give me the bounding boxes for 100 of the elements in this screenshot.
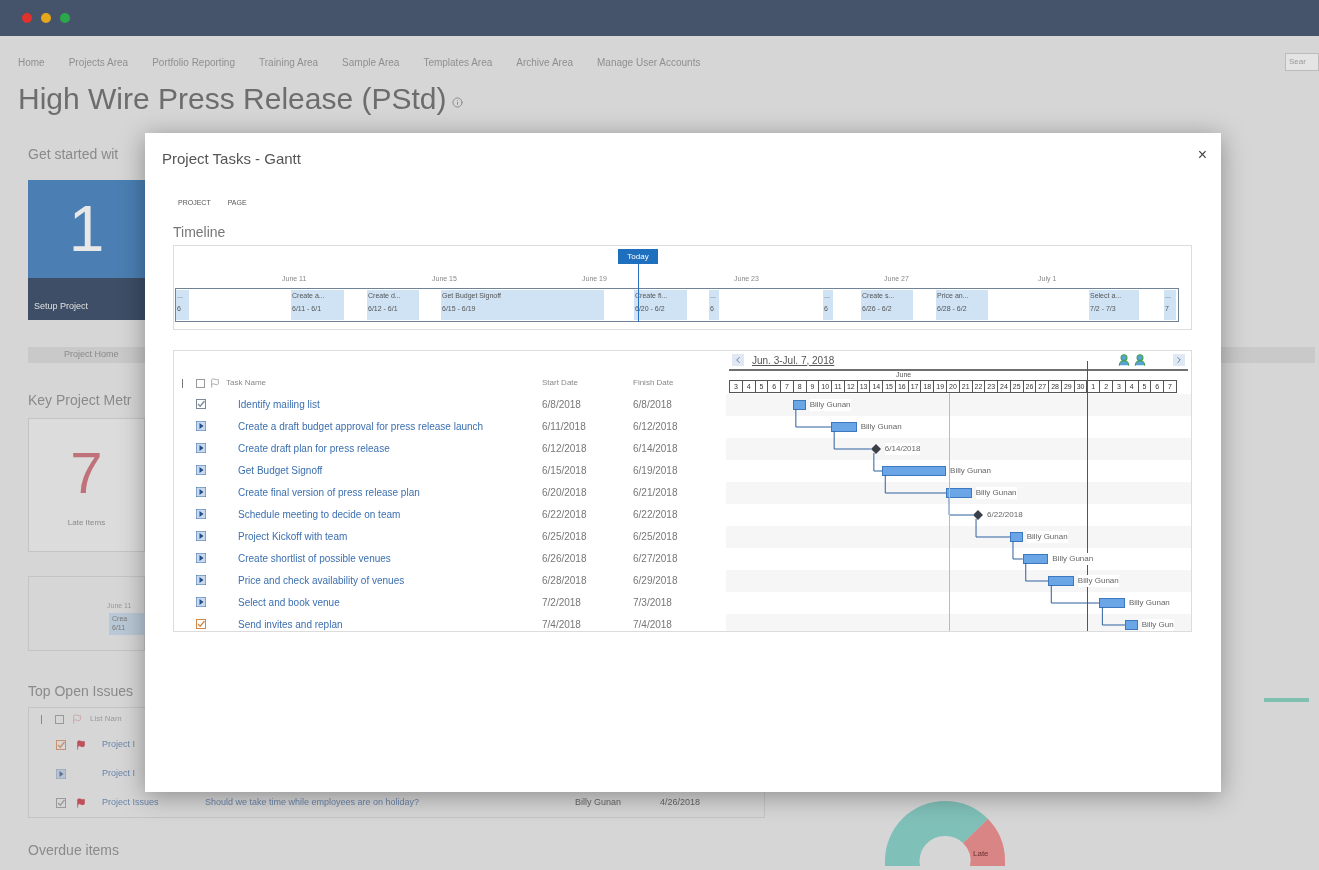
task-name-link[interactable]: Send invites and replan (238, 616, 542, 631)
assigned-to: Billy Gunan (575, 795, 623, 809)
task-icon (196, 509, 206, 519)
late-checkbox-icon (196, 619, 206, 629)
select-all-checkbox[interactable] (196, 378, 205, 388)
start-date: 6/15/2018 (542, 463, 588, 478)
task-icon (196, 443, 206, 453)
date-range: Jun. 3-Jul. 7, 2018 (752, 353, 835, 368)
task-icon (196, 421, 206, 431)
previous-button[interactable] (732, 354, 744, 366)
finish-date: 6/8/2018 (633, 397, 672, 412)
task-icon (196, 575, 206, 585)
task-name-link[interactable]: Identify mailing list (238, 396, 542, 412)
completed-checkbox-icon (196, 399, 206, 409)
close-window-button[interactable] (22, 13, 32, 23)
page-title: High Wire Press Release (PStd) (18, 80, 447, 117)
gantt-bar-label: Billy Gunan (1077, 575, 1119, 587)
section-heading: Key Project Metr (28, 391, 133, 410)
late-count: 7 (70, 441, 103, 505)
start-date: 7/2/2018 (542, 595, 582, 610)
column-header[interactable]: Start Date (542, 377, 633, 389)
card-label: Late Items (67, 517, 106, 529)
due-date: 4/26/2018 (660, 795, 701, 809)
task-name-link[interactable]: Project Kickoff with team (238, 528, 542, 544)
setup-project-tile[interactable]: 1 Setup Project (28, 180, 145, 320)
gantt-bar-label: Billy Gun (1141, 619, 1174, 631)
gantt-bar-label: Billy Gunan (809, 399, 851, 411)
task-name-link[interactable]: Create shortlist of possible venues (238, 550, 542, 566)
gantt-bar[interactable] (1022, 554, 1049, 564)
select-all-checkbox[interactable] (55, 714, 64, 724)
gantt-bar[interactable] (1009, 532, 1023, 542)
task-name-link[interactable]: Select and book venue (238, 594, 542, 610)
start-date: 6/25/2018 (542, 529, 588, 544)
finish-date: 6/21/2018 (633, 485, 678, 500)
start-date: 6/22/2018 (542, 507, 588, 522)
task-name-link[interactable]: Create final version of press release plan (238, 484, 542, 500)
column-handle-icon (182, 378, 183, 388)
start-date: 6/20/2018 (542, 485, 588, 500)
finish-date: 6/19/2018 (633, 463, 678, 478)
start-date: 6/8/2018 (542, 397, 582, 412)
chevron-left-icon (733, 355, 743, 365)
task-name-link[interactable]: Create draft plan for press release (238, 440, 542, 456)
task-icon (56, 768, 66, 779)
milestone-diamond-icon (973, 510, 984, 520)
task-name-link[interactable]: Price and check availability of venues (238, 572, 542, 588)
task-name-link[interactable]: Get Budget Signoff (238, 462, 542, 478)
start-date: 6/12/2018 (542, 441, 588, 456)
finish-date: 6/14/2018 (633, 441, 678, 456)
dialog-title: Project Tasks - Gantt (162, 149, 301, 168)
gantt-bar[interactable] (1124, 620, 1138, 630)
late-checkbox-icon (56, 739, 66, 750)
section-heading: Overdue items (28, 841, 121, 860)
column-handle-icon (41, 714, 42, 724)
column-header[interactable]: Task Name (226, 377, 542, 389)
start-date: 6/26/2018 (542, 551, 588, 566)
gantt-bar[interactable] (792, 400, 806, 410)
gantt-bar-label: Billy Gunan (950, 465, 992, 477)
finish-date: 6/12/2018 (633, 419, 678, 434)
next-button[interactable] (1173, 354, 1185, 366)
task-icon (196, 531, 206, 541)
task-name-link[interactable]: Create a draft budget approval for press release launch (238, 418, 542, 434)
gantt-bar-label: 6/14/2018 (884, 443, 921, 455)
task-icon (196, 487, 206, 497)
task-icon (196, 597, 206, 607)
gantt-bar[interactable] (946, 488, 972, 498)
finish-date: 6/29/2018 (633, 573, 678, 588)
completed-checkbox-icon (56, 797, 66, 808)
finish-date: 6/22/2018 (633, 507, 678, 522)
milestone-diamond-icon (870, 444, 881, 454)
maximize-window-button[interactable] (60, 13, 70, 23)
finish-date: 7/3/2018 (633, 595, 672, 610)
gantt-bar-label: Billy Gunan (1128, 597, 1170, 609)
today-line (638, 264, 639, 322)
step-number: 1 (67, 192, 106, 267)
person-icon[interactable] (1133, 353, 1147, 367)
today-marker: Today (618, 249, 658, 264)
gantt-bar-label: Billy Gunan (1052, 553, 1094, 565)
minimize-window-button[interactable] (41, 13, 51, 23)
finish-date: 6/25/2018 (633, 529, 678, 544)
gantt-bar-label: Billy Gunan (1026, 531, 1068, 543)
task-icon (196, 465, 206, 475)
timeline-heading: Timeline (172, 223, 227, 240)
close-button[interactable]: × (1197, 143, 1207, 167)
task-icon (196, 553, 206, 563)
task-name-link[interactable]: Schedule meeting to decide on team (238, 506, 542, 522)
person-icon[interactable] (1117, 353, 1131, 367)
flag-icon (72, 714, 82, 724)
tile-label: Setup Project (28, 278, 145, 320)
gantt-bar-label: Billy Gunan (975, 487, 1017, 499)
section-heading: Get started wit (28, 145, 120, 164)
section-heading: Top Open Issues (28, 681, 134, 701)
start-date: 6/28/2018 (542, 573, 588, 588)
start-date: 6/11/2018 (542, 419, 587, 434)
info-icon[interactable] (452, 96, 464, 108)
column-header[interactable]: Finish Date (633, 377, 674, 389)
start-date: 7/4/2018 (542, 617, 582, 631)
gantt-bar-label: Billy Gunan (860, 421, 902, 433)
finish-date: 6/27/2018 (633, 551, 678, 566)
flag-icon (210, 378, 220, 388)
chevron-right-icon (1174, 355, 1184, 365)
